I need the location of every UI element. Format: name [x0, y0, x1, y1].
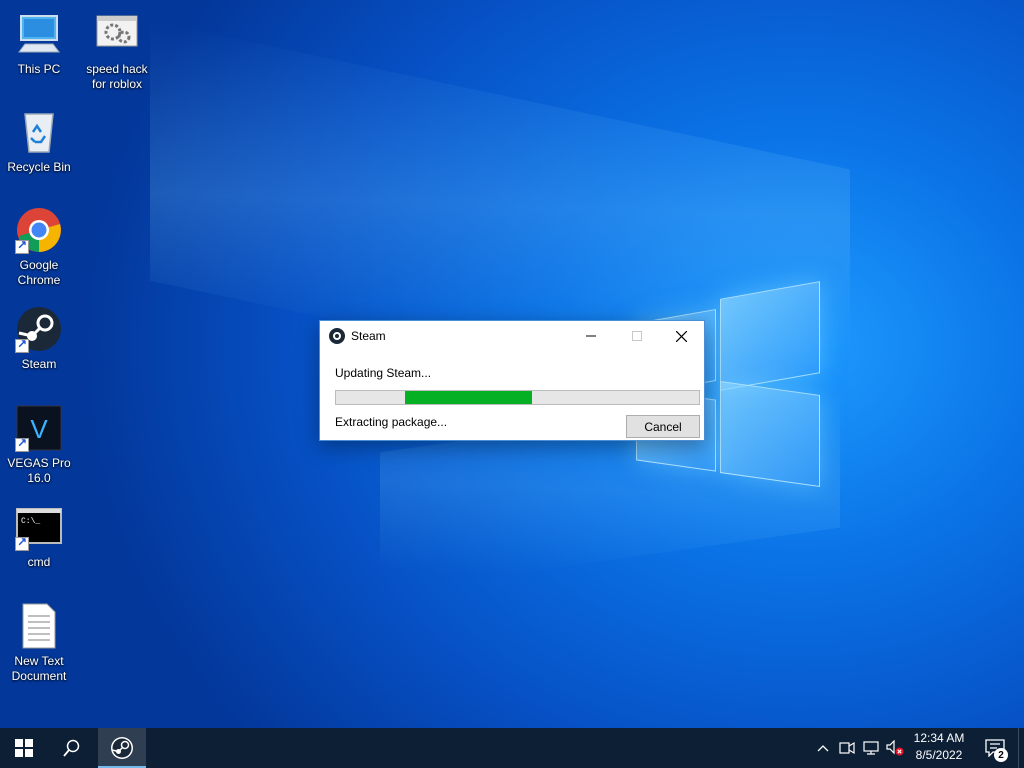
search-icon — [63, 739, 80, 757]
minimize-button[interactable] — [568, 321, 614, 351]
svg-text:V: V — [30, 414, 48, 444]
show-hidden-icons-button[interactable] — [812, 728, 834, 768]
minimize-icon — [586, 335, 596, 337]
taskbar-clock[interactable]: 12:34 AM 8/5/2022 — [906, 730, 972, 764]
camera-icon — [839, 741, 855, 755]
chrome-icon — [15, 206, 63, 254]
desktop-icon-label: Recycle Bin — [7, 160, 71, 174]
computer-icon — [15, 10, 63, 58]
shortcut-arrow-icon — [15, 436, 29, 452]
cmd-icon: C:\_ — [15, 503, 63, 551]
detail-text: Extracting package... — [335, 415, 448, 429]
taskbar-steam-button[interactable] — [98, 728, 146, 768]
maximize-button — [614, 321, 660, 351]
progress-bar — [335, 390, 700, 405]
shortcut-arrow-icon — [15, 535, 29, 551]
desktop-icon-steam[interactable]: Steam — [0, 305, 78, 372]
clock-time: 12:34 AM — [913, 731, 965, 745]
dialog-title: Steam — [351, 329, 386, 343]
dialog-titlebar[interactable]: Steam — [320, 321, 704, 351]
svg-text:C:\_: C:\_ — [21, 517, 40, 526]
steam-update-dialog: Steam Updating Steam... Extracting packa… — [319, 320, 705, 441]
action-center-button[interactable]: 2 — [978, 728, 1012, 768]
close-button[interactable] — [658, 321, 704, 351]
desktop-icon-label: cmd — [27, 555, 51, 569]
desktop-icon-label: Google Chrome — [17, 258, 61, 287]
desktop-icon-label: New Text Document — [11, 654, 67, 683]
desktop-icon-label: This PC — [17, 62, 61, 76]
recycle-bin-icon — [15, 108, 63, 156]
start-button[interactable] — [0, 728, 48, 768]
notification-count-badge: 2 — [994, 748, 1008, 762]
desktop-icon-google-chrome[interactable]: Google Chrome — [0, 206, 78, 288]
desktop-icon-cmd[interactable]: C:\_ cmd — [0, 503, 78, 570]
maximize-icon — [632, 331, 642, 341]
search-button[interactable] — [48, 728, 96, 768]
taskbar: 12:34 AM 8/5/2022 2 — [0, 728, 1024, 768]
clock-date: 8/5/2022 — [915, 748, 963, 762]
status-text: Updating Steam... — [335, 366, 432, 380]
desktop-icon-recycle-bin[interactable]: Recycle Bin — [0, 108, 78, 175]
desktop-icon-label: speed hack for roblox — [86, 62, 148, 91]
desktop-icon-this-pc[interactable]: This PC — [0, 10, 78, 77]
chevron-up-icon — [817, 745, 829, 752]
cancel-button[interactable]: Cancel — [626, 415, 700, 438]
desktop-icon-label: Steam — [21, 357, 57, 371]
steam-icon — [15, 305, 63, 353]
desktop-icon-vegas-pro[interactable]: V VEGAS Pro 16.0 — [0, 404, 78, 486]
progress-fill — [405, 391, 532, 404]
desktop-icon-label: VEGAS Pro 16.0 — [7, 456, 71, 485]
shortcut-arrow-icon — [15, 238, 29, 254]
windows-logo-icon — [15, 739, 33, 757]
steam-icon — [111, 737, 133, 759]
volume-tray-button[interactable] — [884, 728, 906, 768]
shortcut-arrow-icon — [15, 337, 29, 353]
desktop-icon-new-text-document[interactable]: New Text Document — [0, 602, 78, 684]
vegas-icon: V — [15, 404, 63, 452]
text-document-icon — [15, 602, 63, 650]
network-icon — [863, 741, 879, 755]
network-tray-button[interactable] — [860, 728, 882, 768]
steam-icon — [329, 328, 345, 344]
volume-muted-icon — [886, 740, 904, 756]
settings-app-icon — [93, 10, 141, 58]
show-desktop-button[interactable] — [1018, 728, 1024, 768]
close-icon — [675, 330, 687, 342]
meet-now-tray-button[interactable] — [836, 728, 858, 768]
desktop-icon-speed-hack[interactable]: speed hack for roblox — [78, 10, 156, 92]
